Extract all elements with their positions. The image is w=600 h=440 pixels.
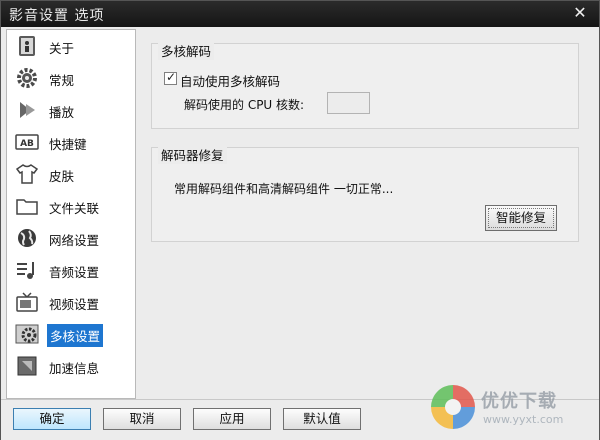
watermark-logo-icon <box>431 385 475 429</box>
sidebar-item-network[interactable]: 网络设置 <box>9 224 133 252</box>
settings-content-panel: 多核解码 自动使用多核解码 解码使用的 CPU 核数: 解码器修复 常用解码组件… <box>137 29 595 399</box>
sidebar-item-play[interactable]: 播放 <box>9 96 133 124</box>
sidebar-item-hotkeys[interactable]: AB 快捷键 <box>9 128 133 156</box>
folder-icon <box>16 199 38 215</box>
decoder-repair-group: 解码器修复 常用解码组件和高清解码组件 一切正常... 智能修复 <box>151 145 579 242</box>
sidebar-item-label: 网络设置 <box>49 233 100 248</box>
sidebar-item-label: 播放 <box>49 105 75 120</box>
about-icon <box>19 36 35 56</box>
group-title: 解码器修复 <box>158 145 227 164</box>
watermark-text: 优优下载 <box>481 391 557 412</box>
sidebar-item-general[interactable]: 常规 <box>9 64 133 92</box>
sidebar-item-acceleration[interactable]: 加速信息 <box>9 352 133 380</box>
accelerate-icon <box>17 356 37 376</box>
sidebar-item-video[interactable]: 视频设置 <box>9 288 133 316</box>
sidebar: 关于 常规 播放 AB 快捷键 皮肤 文件关联 网络设置 音频设置 视频设置 多… <box>6 29 136 399</box>
cancel-button[interactable]: 取消 <box>103 408 181 430</box>
sidebar-item-skin[interactable]: 皮肤 <box>9 160 133 188</box>
play-icon <box>20 102 35 118</box>
svg-text:AB: AB <box>20 139 34 149</box>
sidebar-item-multicore[interactable]: 多核设置 <box>9 320 133 348</box>
auto-multicore-checkbox[interactable] <box>164 70 177 85</box>
multicore-decode-group: 多核解码 自动使用多核解码 解码使用的 CPU 核数: <box>151 41 579 129</box>
sidebar-item-label: 快捷键 <box>49 137 87 152</box>
sidebar-item-label: 视频设置 <box>49 297 100 312</box>
sidebar-item-audio[interactable]: 音频设置 <box>9 256 133 284</box>
gear-icon <box>17 68 37 88</box>
music-icon <box>17 262 34 279</box>
window-title: 影音设置 选项 <box>9 8 105 24</box>
cpu-cores-input[interactable] <box>327 92 370 114</box>
sidebar-item-label: 关于 <box>49 41 75 56</box>
sidebar-item-label: 常规 <box>49 73 75 88</box>
smart-repair-button[interactable]: 智能修复 <box>485 205 557 231</box>
sidebar-item-label: 加速信息 <box>49 361 100 376</box>
globe-icon <box>18 229 36 247</box>
watermark: 优优下载 www.yyxt.com <box>429 379 599 437</box>
watermark-url: www.yyxt.com <box>483 413 564 426</box>
multicore-gear-icon <box>15 324 39 344</box>
group-title: 多核解码 <box>158 41 215 60</box>
sidebar-item-label: 文件关联 <box>49 201 100 216</box>
sidebar-item-label: 多核设置 <box>47 324 104 347</box>
keyboard-icon: AB <box>15 134 39 150</box>
apply-button[interactable]: 应用 <box>193 408 271 430</box>
close-button[interactable]: ✕ <box>571 4 589 22</box>
sidebar-item-file-association[interactable]: 文件关联 <box>9 192 133 220</box>
cpu-cores-label: 解码使用的 CPU 核数: <box>184 98 305 112</box>
sidebar-item-label: 皮肤 <box>49 169 75 184</box>
ok-button[interactable]: 确定 <box>13 408 91 430</box>
close-icon: ✕ <box>573 3 587 22</box>
auto-multicore-label[interactable]: 自动使用多核解码 <box>180 71 280 90</box>
sidebar-item-about[interactable]: 关于 <box>9 32 133 60</box>
tv-icon <box>16 292 38 312</box>
default-button[interactable]: 默认值 <box>283 408 361 430</box>
decoder-status-text: 常用解码组件和高清解码组件 一切正常... <box>174 182 394 196</box>
sidebar-item-label: 音频设置 <box>49 265 100 280</box>
settings-window: 影音设置 选项 ✕ 关于 常规 播放 AB 快捷键 皮肤 文件关联 网络设置 音… <box>0 0 600 440</box>
tshirt-icon <box>15 164 39 184</box>
title-bar[interactable]: 影音设置 选项 ✕ <box>1 1 599 27</box>
